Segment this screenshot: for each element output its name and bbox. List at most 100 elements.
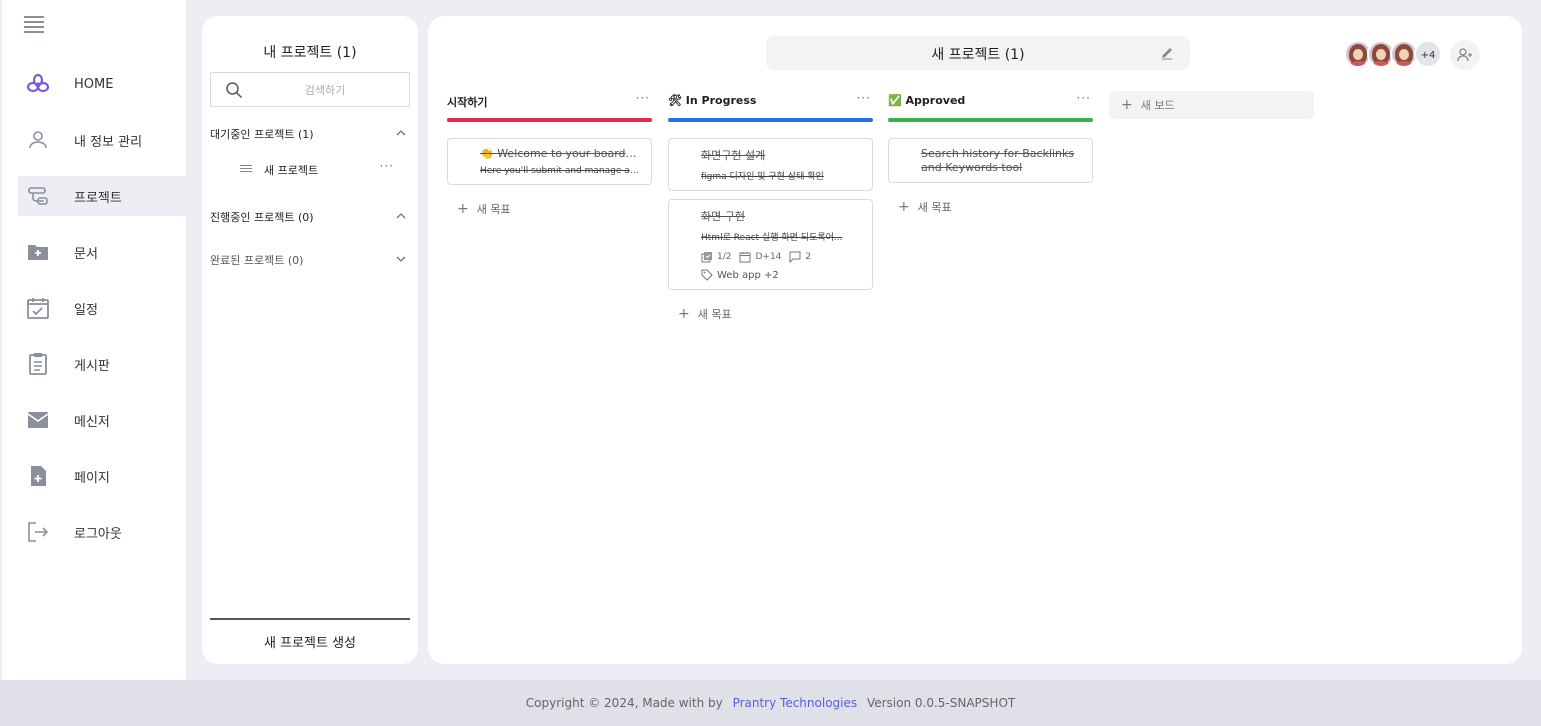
file-add-icon bbox=[31, 466, 46, 486]
section-completed-projects[interactable]: 완료된 프로젝트 (0) bbox=[210, 252, 410, 272]
version-text: Version 0.0.5-SNAPSHOT bbox=[866, 696, 1016, 710]
plus-icon: + bbox=[678, 306, 690, 322]
column-more-icon[interactable]: ··· bbox=[857, 91, 871, 105]
nav-label: 로그아웃 bbox=[74, 526, 122, 542]
mail-icon bbox=[27, 412, 49, 428]
invite-member-button[interactable] bbox=[1450, 40, 1480, 70]
user-icon bbox=[29, 131, 47, 149]
column-color-bar bbox=[447, 118, 652, 122]
column-color-bar bbox=[888, 118, 1093, 122]
calendar-check-icon bbox=[27, 298, 49, 319]
card-title: 화면구현 설계 bbox=[701, 149, 766, 162]
tag-icon bbox=[701, 269, 713, 281]
create-project-button[interactable]: 새 프로젝트 생성 bbox=[210, 618, 410, 664]
chevron-up-icon bbox=[396, 213, 406, 219]
card-meta: 1/2 D+14 2 bbox=[701, 251, 860, 263]
project-list-title: 내 프로젝트 (1) bbox=[263, 45, 357, 61]
add-board-button[interactable]: + 새 보드 bbox=[1109, 91, 1314, 119]
nav-item-documents[interactable]: 문서 bbox=[18, 232, 188, 272]
section-inprogress-projects[interactable]: 진행중인 프로젝트 (0) bbox=[210, 209, 410, 229]
nav-label: 메신저 bbox=[74, 414, 110, 430]
search-input[interactable] bbox=[255, 79, 395, 101]
board-column-approved: ✅ Approved ··· Search history for Backli… bbox=[888, 91, 1093, 215]
calendar-icon bbox=[739, 252, 751, 263]
chevron-up-icon bbox=[396, 130, 406, 136]
add-goal-button[interactable]: + 새 목표 bbox=[457, 201, 652, 217]
nav-item-profile[interactable]: 내 정보 관리 bbox=[18, 120, 188, 160]
project-title: 새 프로젝트 (1) bbox=[931, 47, 1025, 63]
comment-count: 2 bbox=[805, 252, 812, 262]
board-column-start: 시작하기 ··· 👏 Welcome to your board 👉 Here … bbox=[447, 91, 652, 217]
add-user-icon bbox=[1457, 48, 1472, 62]
nav-item-home[interactable]: HOME bbox=[18, 64, 188, 104]
nav-label: 내 정보 관리 bbox=[74, 134, 143, 150]
nav-item-board[interactable]: 게시판 bbox=[18, 344, 188, 384]
add-goal-button[interactable]: + 새 목표 bbox=[898, 199, 1093, 215]
plus-icon: + bbox=[457, 201, 469, 217]
board-panel: 새 프로젝트 (1) +4 시작하기 ··· 👏 Welcome to your… bbox=[428, 16, 1522, 664]
checklist-icon bbox=[701, 252, 712, 263]
task-card[interactable]: Search history for Backlinks and Keyword… bbox=[888, 138, 1093, 183]
task-card[interactable]: 👏 Welcome to your board 👉 Here you'll su… bbox=[447, 138, 652, 185]
column-header: 🛠 In Progress ··· bbox=[668, 91, 873, 116]
project-list-item[interactable]: 새 프로젝트 ··· bbox=[240, 159, 402, 179]
add-board-label: 새 보드 bbox=[1140, 99, 1175, 112]
project-search[interactable] bbox=[210, 72, 410, 107]
project-list-panel: 내 프로젝트 (1) 대기중인 프로젝트 (1) 새 프로젝트 ··· 진행중인… bbox=[202, 16, 418, 664]
project-title-bar: 새 프로젝트 (1) bbox=[766, 36, 1190, 70]
column-title: ✅ Approved bbox=[888, 94, 966, 107]
task-card[interactable]: 화면구현 설계 figma 디자인 및 구현 상태 확인 bbox=[668, 138, 873, 191]
column-title: 시작하기 bbox=[447, 96, 488, 109]
project-name: 새 프로젝트 bbox=[264, 164, 319, 177]
nav-label: HOME bbox=[74, 76, 114, 92]
add-goal-label: 새 목표 bbox=[917, 201, 952, 214]
more-icon[interactable]: ··· bbox=[380, 159, 394, 173]
comment-icon bbox=[789, 251, 801, 263]
plus-icon: + bbox=[898, 199, 910, 215]
search-icon bbox=[226, 82, 243, 99]
tag-more: +2 bbox=[764, 269, 779, 281]
company-link[interactable]: Prantry Technologies bbox=[733, 696, 858, 710]
card-title: 👏 Welcome to your board 👉 bbox=[480, 147, 639, 160]
comments-meta: 2 bbox=[789, 251, 811, 263]
folder-add-icon bbox=[28, 245, 48, 260]
column-more-icon[interactable]: ··· bbox=[636, 91, 650, 105]
nav-label: 일정 bbox=[74, 302, 98, 318]
section-label: 진행중인 프로젝트 (0) bbox=[210, 211, 314, 224]
column-title: 🛠 In Progress bbox=[668, 94, 757, 107]
card-description: Here you'll submit and manage all... bbox=[480, 166, 639, 176]
task-card[interactable]: 화면 구현 Html로 React 실행 화면 되도록어... 1/2 D+14… bbox=[668, 199, 873, 290]
nav-label: 문서 bbox=[74, 246, 98, 262]
menu-toggle-icon[interactable] bbox=[24, 16, 44, 33]
add-goal-label: 새 목표 bbox=[697, 308, 732, 321]
avatar-more-count: +4 bbox=[1414, 40, 1442, 68]
column-color-bar bbox=[668, 118, 873, 122]
checklist-meta: 1/2 bbox=[701, 251, 731, 263]
nav-item-schedule[interactable]: 일정 bbox=[18, 288, 188, 328]
card-title-line2: and Keywords tool bbox=[921, 161, 1023, 174]
add-goal-button[interactable]: + 새 목표 bbox=[678, 306, 873, 322]
section-label: 대기중인 프로젝트 (1) bbox=[210, 128, 314, 141]
plus-icon: + bbox=[1121, 97, 1133, 113]
nav-item-pages[interactable]: 페이지 bbox=[18, 456, 188, 496]
section-label: 완료된 프로젝트 (0) bbox=[210, 254, 304, 267]
project-icon bbox=[28, 187, 48, 205]
section-waiting-projects[interactable]: 대기중인 프로젝트 (1) bbox=[210, 126, 410, 146]
edit-pencil-icon[interactable] bbox=[1160, 46, 1174, 60]
card-description: Html로 React 실행 화면 되도록어... bbox=[701, 233, 843, 243]
checklist-count: 1/2 bbox=[717, 252, 732, 262]
nav-item-messenger[interactable]: 메신저 bbox=[18, 400, 188, 440]
add-goal-label: 새 목표 bbox=[476, 203, 511, 216]
footer: Copyright © 2024, Made with by Prantry T… bbox=[0, 680, 1541, 726]
board-column-in-progress: 🛠 In Progress ··· 화면구현 설계 figma 디자인 및 구현… bbox=[668, 91, 873, 322]
card-title: Search history for Backlinks bbox=[921, 147, 1075, 160]
due-date: D+14 bbox=[755, 252, 782, 262]
logout-icon bbox=[28, 522, 49, 542]
card-title: 화면 구현 bbox=[701, 210, 745, 223]
nav-item-logout[interactable]: 로그아웃 bbox=[18, 512, 188, 552]
column-header: 시작하기 ··· bbox=[447, 91, 652, 116]
nav-item-project[interactable]: 프로젝트 bbox=[18, 176, 188, 216]
chevron-down-icon bbox=[396, 256, 406, 262]
nav-label: 프로젝트 bbox=[74, 190, 122, 206]
column-more-icon[interactable]: ··· bbox=[1077, 91, 1091, 105]
